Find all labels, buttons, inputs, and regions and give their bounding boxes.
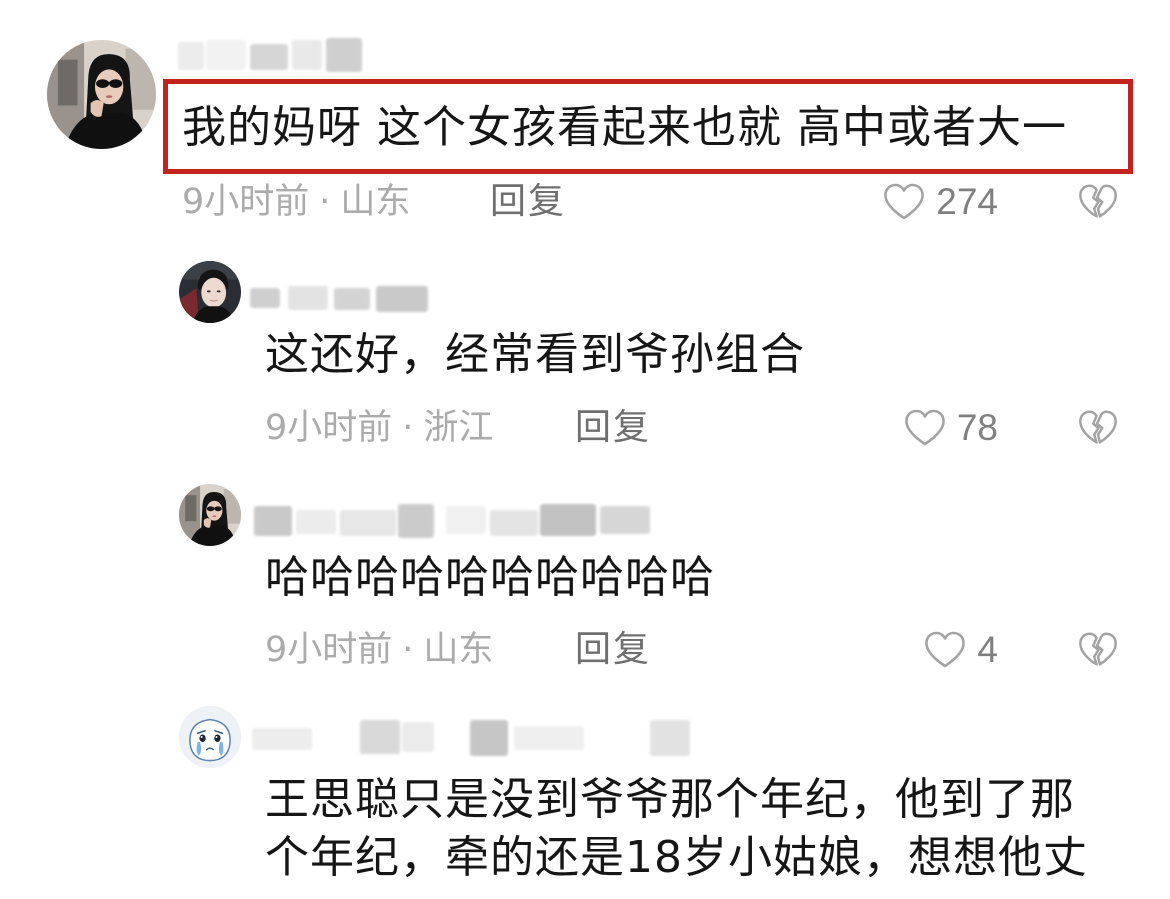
comment-meta: 9小时前 · 山东 <box>182 180 410 224</box>
blur-block <box>206 40 246 70</box>
like-button[interactable]: 274 <box>882 180 998 224</box>
reply-button[interactable]: 回复 <box>490 180 566 224</box>
blur-block <box>296 510 336 534</box>
blur-block <box>398 504 434 538</box>
woman-sunglasses-avatar <box>179 484 241 546</box>
blur-block <box>376 286 428 312</box>
comment-text-line: 个年纪，牵的还是18岁小姑娘，想想他丈 <box>265 832 1088 883</box>
comment-list: 我的妈呀 这个女孩看起来也就 高中或者大一 9小时前 · 山东 回复 274 这… <box>0 0 1170 899</box>
comment-text: 我的妈呀 这个女孩看起来也就 高中或者大一 <box>182 102 1067 153</box>
blur-block <box>446 506 486 534</box>
like-button[interactable]: 4 <box>923 628 998 672</box>
comment-location: 浙江 <box>423 408 494 448</box>
blur-block <box>490 510 538 536</box>
blur-block <box>250 288 280 308</box>
blur-block <box>250 44 288 70</box>
blur-block <box>254 506 292 536</box>
blur-block <box>340 510 396 536</box>
reply-button[interactable]: 回复 <box>575 628 651 672</box>
blur-block <box>540 504 596 536</box>
blur-block <box>178 42 204 70</box>
blur-block <box>650 720 690 756</box>
like-count: 274 <box>936 181 998 222</box>
blur-block <box>326 38 362 72</box>
blur-block <box>402 722 434 752</box>
blur-block <box>360 720 400 754</box>
comment-meta: 9小时前 · 浙江 <box>265 406 493 450</box>
blur-block <box>288 286 328 310</box>
comment-time: 9小时前 <box>265 630 393 670</box>
broken-heart-icon[interactable] <box>1077 408 1119 448</box>
comment-text: 这还好，经常看到爷孙组合 <box>265 329 805 380</box>
comment-location: 山东 <box>423 630 494 670</box>
avatar[interactable] <box>179 484 241 546</box>
meta-separator: · <box>402 408 414 448</box>
heart-outline-icon <box>925 631 966 668</box>
blur-block <box>514 726 584 750</box>
meta-separator: · <box>402 630 414 670</box>
broken-heart-icon[interactable] <box>1077 182 1119 222</box>
avatar[interactable] <box>179 261 241 323</box>
blur-block <box>334 288 370 310</box>
like-count: 78 <box>956 407 998 448</box>
woman-sunglasses-avatar <box>47 40 156 149</box>
comment-time: 9小时前 <box>182 182 310 222</box>
comment-text: 哈哈哈哈哈哈哈哈哈哈 <box>265 552 715 603</box>
heart-outline-icon <box>884 183 925 220</box>
blur-block <box>600 506 650 534</box>
username-blurred[interactable] <box>248 282 434 312</box>
username-blurred[interactable] <box>178 36 364 74</box>
blur-block <box>292 40 322 70</box>
man-avatar <box>179 261 241 323</box>
blur-block <box>252 728 312 750</box>
username-blurred[interactable] <box>252 712 692 758</box>
username-blurred[interactable] <box>250 500 652 540</box>
comment-location: 山东 <box>340 182 411 222</box>
broken-heart-icon[interactable] <box>1077 630 1119 670</box>
avatar[interactable] <box>47 40 156 149</box>
reply-button[interactable]: 回复 <box>575 406 651 450</box>
avatar[interactable] <box>179 706 241 768</box>
like-count: 4 <box>977 629 998 670</box>
like-button[interactable]: 78 <box>903 406 998 450</box>
comment-meta: 9小时前 · 山东 <box>265 628 493 672</box>
blur-block <box>470 720 508 756</box>
meta-separator: · <box>319 182 331 222</box>
comment-time: 9小时前 <box>265 408 393 448</box>
crying-cartoon-avatar <box>179 706 241 768</box>
heart-outline-icon <box>905 409 945 446</box>
comment-text-line: 王思聪只是没到爷爷那个年纪，他到了那 <box>265 774 1075 825</box>
